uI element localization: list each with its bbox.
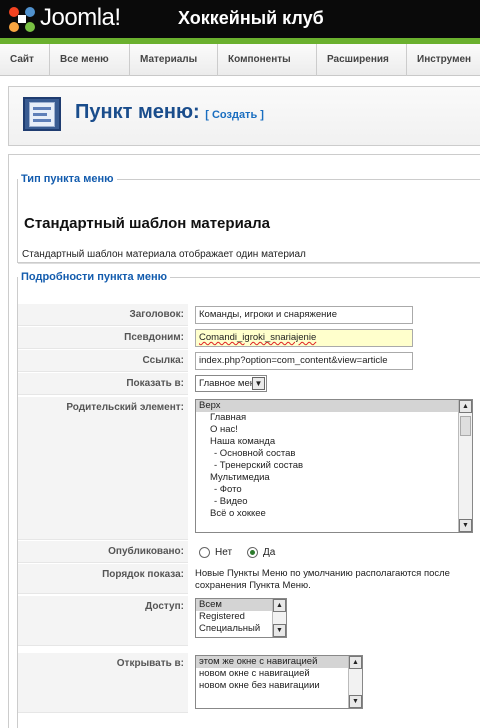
joomla-logo-icon bbox=[9, 7, 35, 32]
brand-name: Joomla! bbox=[40, 4, 121, 31]
parent-label: Родительский элемент: bbox=[18, 397, 188, 540]
link-row: Ссылка: index.php?option=com_content&vie… bbox=[18, 350, 480, 372]
open-in-listbox[interactable]: этом же окне с навигацией новом окне с н… bbox=[195, 655, 363, 709]
order-row: Порядок показа: Новые Пункты Меню по умо… bbox=[18, 564, 480, 594]
order-note: Новые Пункты Меню по умолчанию располага… bbox=[195, 568, 450, 591]
menu-type-legend: Тип пункта меню bbox=[21, 173, 114, 185]
order-label: Порядок показа: bbox=[18, 564, 188, 594]
menu-item-icon bbox=[23, 97, 61, 131]
title-row: Заголовок: Команды, игроки и снаряжение bbox=[18, 304, 480, 326]
access-listbox[interactable]: Всем Registered Специальный ▲ ▼ bbox=[195, 598, 287, 638]
access-scrollbar[interactable]: ▲ ▼ bbox=[272, 599, 286, 637]
parent-scrollbar[interactable]: ▲ ▼ bbox=[458, 400, 472, 532]
scroll-up-icon[interactable]: ▲ bbox=[273, 599, 286, 612]
open-in-row: Открывать в: этом же окне с навигацией н… bbox=[18, 653, 480, 713]
access-label: Доступ: bbox=[18, 596, 188, 646]
menu-item-content[interactable]: Материалы bbox=[130, 44, 218, 76]
show-in-label: Показать в: bbox=[18, 373, 188, 395]
alias-label: Псевдоним: bbox=[18, 327, 188, 349]
menu-type-title: Стандартный шаблон материала bbox=[24, 215, 270, 232]
scroll-down-icon[interactable]: ▼ bbox=[349, 695, 362, 708]
published-yes-label: Да bbox=[263, 547, 276, 558]
menu-item-site[interactable]: Сайт bbox=[0, 44, 50, 76]
published-no-radio[interactable] bbox=[199, 547, 210, 558]
page-subtitle: [ Создать ] bbox=[205, 109, 264, 121]
menu-item-extensions[interactable]: Расширения bbox=[317, 44, 407, 76]
menu-type-description: Стандартный шаблон материала отображает … bbox=[22, 249, 306, 260]
link-input[interactable]: index.php?option=com_content&view=articl… bbox=[195, 352, 413, 370]
published-yes-radio[interactable] bbox=[247, 547, 258, 558]
parent-option[interactable]: Главная bbox=[196, 412, 472, 424]
parent-option[interactable]: Верх bbox=[196, 400, 472, 412]
chevron-down-icon[interactable]: ▼ bbox=[252, 377, 265, 390]
title-label: Заголовок: bbox=[18, 304, 188, 326]
parent-listbox[interactable]: Верх Главная О нас! Наша команда - Основ… bbox=[195, 399, 473, 533]
details-fieldset: Подробности пункта меню Заголовок: Коман… bbox=[17, 271, 480, 728]
parent-option[interactable]: - Видео bbox=[196, 496, 472, 508]
details-legend: Подробности пункта меню bbox=[21, 271, 168, 283]
access-row: Доступ: Всем Registered Специальный ▲ ▼ bbox=[18, 596, 480, 646]
parent-option[interactable]: Мультимедиа bbox=[196, 472, 472, 484]
show-in-row: Показать в: Главное меню ▼ bbox=[18, 373, 480, 395]
open-in-option[interactable]: этом же окне с навигацией bbox=[196, 656, 362, 668]
published-no-label: Нет bbox=[215, 547, 233, 558]
parent-option[interactable]: Всё о хоккее bbox=[196, 508, 472, 520]
parent-option[interactable]: - Основной состав bbox=[196, 448, 472, 460]
site-name: Хоккейный клуб bbox=[178, 8, 324, 28]
alias-input[interactable]: Comandi_igroki_snariajenie bbox=[195, 329, 413, 347]
page-title: Пункт меню: [ Создать ] bbox=[75, 101, 264, 123]
parent-option[interactable]: - Фото bbox=[196, 484, 472, 496]
main-menu-bar: Сайт Все меню Материалы Компоненты Расши… bbox=[0, 44, 480, 76]
edit-panel: Тип пункта меню Стандартный шаблон матер… bbox=[8, 154, 480, 728]
open-in-option[interactable]: новом окне без навигациии bbox=[196, 680, 362, 692]
menu-type-fieldset: Тип пункта меню Стандартный шаблон матер… bbox=[17, 173, 480, 264]
open-in-label: Открывать в: bbox=[18, 653, 188, 713]
published-label: Опубликовано: bbox=[18, 541, 188, 563]
parent-option[interactable]: - Тренерский состав bbox=[196, 460, 472, 472]
menu-item-components[interactable]: Компоненты bbox=[218, 44, 317, 76]
link-label: Ссылка: bbox=[18, 350, 188, 372]
show-in-select[interactable]: Главное меню ▼ bbox=[195, 375, 267, 392]
scroll-down-icon[interactable]: ▼ bbox=[459, 519, 472, 532]
parent-option[interactable]: О нас! bbox=[196, 424, 472, 436]
menu-item-tools[interactable]: Инструмен bbox=[407, 44, 480, 76]
parent-row: Родительский элемент: Верх Главная О нас… bbox=[18, 397, 480, 540]
scroll-up-icon[interactable]: ▲ bbox=[459, 400, 472, 413]
scroll-down-icon[interactable]: ▼ bbox=[273, 624, 286, 637]
admin-header: Joomla! Хоккейный клуб bbox=[0, 0, 480, 38]
published-row: Опубликовано: Нет Да bbox=[18, 541, 480, 563]
alias-row: Псевдоним: Comandi_igroki_snariajenie bbox=[18, 327, 480, 349]
parent-option[interactable]: Наша команда bbox=[196, 436, 472, 448]
open-in-option[interactable]: новом окне с навигацией bbox=[196, 668, 362, 680]
open-in-scrollbar[interactable]: ▲ ▼ bbox=[348, 656, 362, 708]
menu-item-all-menus[interactable]: Все меню bbox=[50, 44, 130, 76]
page-toolbar: Пункт меню: [ Создать ] bbox=[8, 86, 480, 146]
scroll-up-icon[interactable]: ▲ bbox=[349, 656, 362, 669]
title-input[interactable]: Команды, игроки и снаряжение bbox=[195, 306, 413, 324]
